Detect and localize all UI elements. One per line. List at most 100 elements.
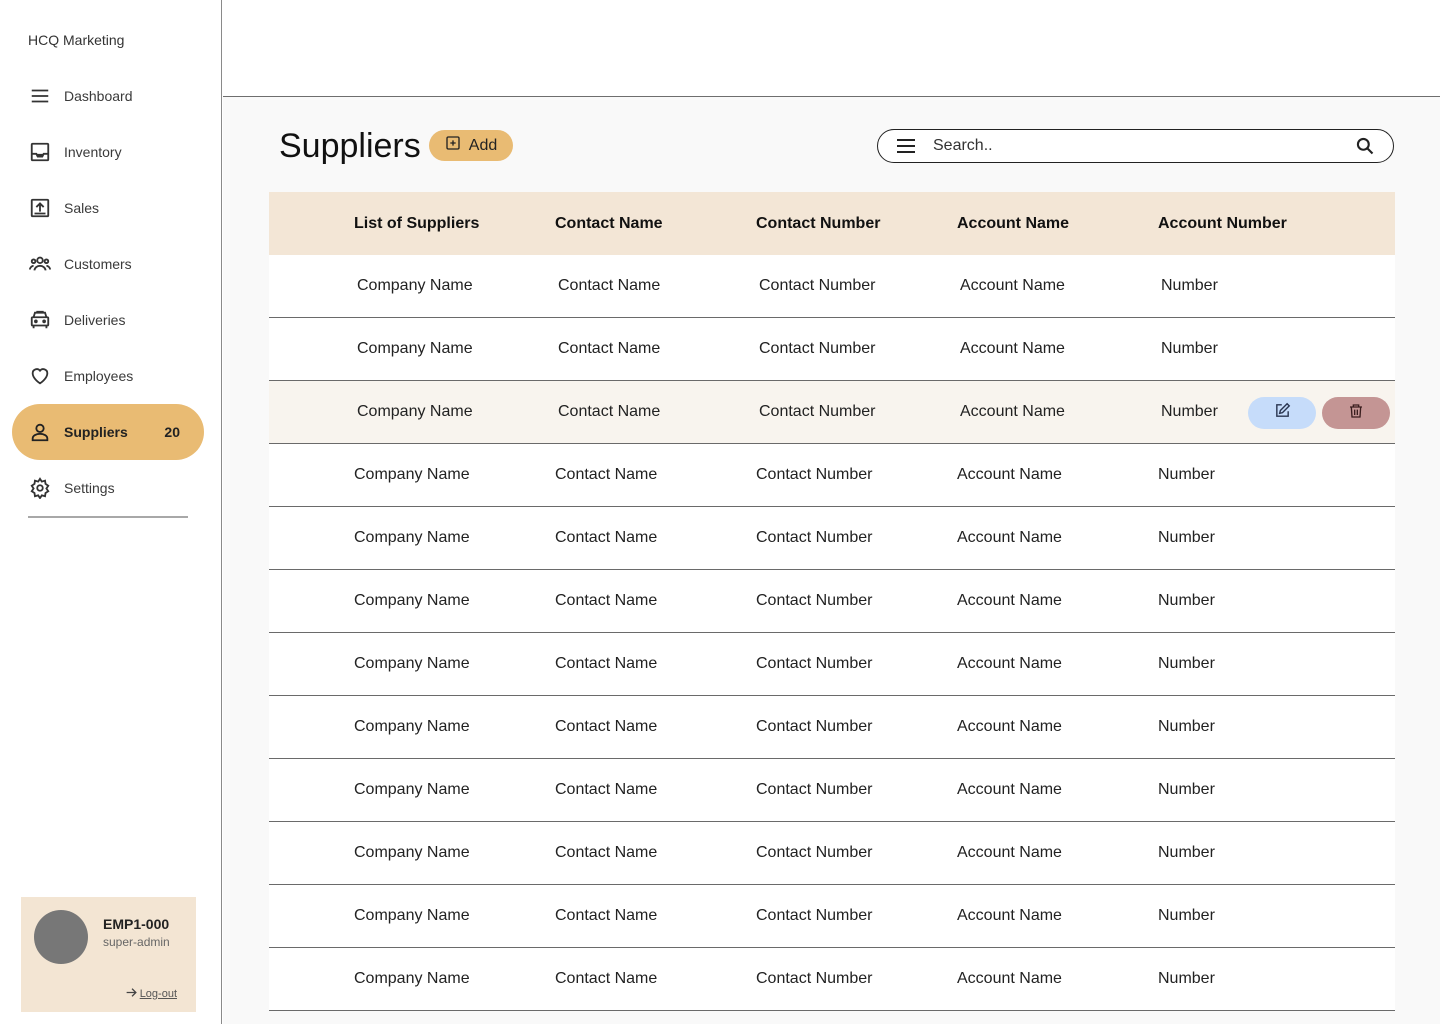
table-row[interactable]: Company Name Contact Name Contact Number Ac… [269,948,1395,1011]
table-cell: Contact Name [555,529,658,546]
trash-icon [1348,403,1364,424]
table-cell: Contact Number [759,403,876,420]
sidebar-item-settings[interactable]: Settings [12,460,204,516]
table-row[interactable]: Company Name Contact Name Contact Number Ac… [269,444,1395,507]
table-cell: Contact Number [756,844,873,861]
table-cell: Number [1161,403,1218,420]
menu-icon[interactable] [896,138,918,154]
sidebar-item-suppliers[interactable]: Suppliers 20 [12,404,204,460]
table-cell: Company Name [354,466,470,483]
table-cell: Contact Name [555,781,658,798]
table-cell: Company Name [354,970,470,987]
table-cell: Contact Name [555,718,658,735]
sidebar-item-label: Sales [64,200,100,216]
table-cell: Contact Number [756,466,873,483]
table-cell: Company Name [354,592,470,609]
table-cell: Number [1158,970,1215,987]
column-header[interactable]: Account Number [1158,215,1287,233]
person-icon [28,420,52,444]
table-cell: Number [1161,340,1218,357]
table-header: List of Suppliers Contact Name Contact N… [269,192,1395,255]
user-id: EMP1-000 [103,916,170,932]
table-cell: Account Name [957,907,1062,924]
table-body: Company Name Contact Name Contact Number Ac… [269,255,1395,1011]
sidebar-item-label: Customers [64,256,132,272]
table-cell: Account Name [960,403,1065,420]
avatar[interactable] [34,910,88,964]
table-cell: Company Name [354,529,470,546]
column-header[interactable]: Contact Number [756,215,880,233]
search-icon[interactable] [1355,136,1375,156]
table-cell: Contact Number [756,781,873,798]
people-icon [28,252,52,276]
table-cell: Contact Number [756,592,873,609]
table-cell: Company Name [354,718,470,735]
table-cell: Number [1158,907,1215,924]
table-cell: Account Name [957,529,1062,546]
table-cell: Contact Name [558,277,661,294]
table-row[interactable]: Company Name Contact Name Contact Number Ac… [269,822,1395,885]
table-cell: Contact Name [558,403,661,420]
table-cell: Number [1158,844,1215,861]
table-cell: Number [1158,781,1215,798]
logout-label: Log-out [139,988,177,1000]
column-header[interactable]: Account Name [957,215,1069,233]
table-cell: Number [1161,277,1218,294]
table-cell: Contact Number [756,529,873,546]
table-cell: Company Name [354,844,470,861]
count-badge: 20 [164,424,180,440]
page-title: Suppliers [279,127,421,165]
table-cell: Number [1158,529,1215,546]
column-header[interactable]: Contact Name [555,215,663,233]
add-button-label: Add [468,136,498,154]
table-row[interactable]: Company Name Contact Name Contact Number Ac… [269,570,1395,633]
sidebar-divider [28,516,188,518]
add-button[interactable]: Add [429,130,513,161]
table-cell: Number [1158,718,1215,735]
table-row[interactable]: Company Name Contact Name Contact Number Ac… [269,381,1395,444]
table-row[interactable]: Company Name Contact Name Contact Number Ac… [269,255,1395,318]
sidebar-item-dashboard[interactable]: Dashboard [12,68,204,124]
edit-button[interactable] [1248,397,1316,429]
table-row[interactable]: Company Name Contact Name Contact Number Ac… [269,318,1395,381]
sidebar-item-sales[interactable]: Sales [12,180,204,236]
table-cell: Contact Number [756,718,873,735]
table-cell: Company Name [357,277,473,294]
table-cell: Account Name [957,718,1062,735]
sidebar-item-customers[interactable]: Customers [12,236,204,292]
table-cell: Contact Name [555,466,658,483]
column-header[interactable]: List of Suppliers [354,215,479,233]
sidebar-item-label: Settings [64,480,115,496]
table-cell: Contact Name [555,844,658,861]
table-cell: Contact Number [756,655,873,672]
logout-link[interactable]: Log-out [125,986,177,1002]
sidebar-item-label: Employees [64,368,134,384]
search-input[interactable] [933,137,1355,155]
edit-icon [1274,402,1291,424]
gear-icon [28,476,52,500]
delete-button[interactable] [1322,397,1390,429]
brand-name: HCQ Marketing [28,32,125,48]
sidebar-item-deliveries[interactable]: Deliveries [12,292,204,348]
table-cell: Account Name [957,466,1062,483]
sidebar-item-inventory[interactable]: Inventory [12,124,204,180]
table-cell: Number [1158,466,1215,483]
table-row[interactable]: Company Name Contact Name Contact Number Ac… [269,759,1395,822]
sidebar-item-employees[interactable]: Employees [12,348,204,404]
table-cell: Contact Number [756,970,873,987]
main-content: Suppliers Add List of Suppliers Contact … [223,97,1440,1024]
table-cell: Contact Number [759,340,876,357]
user-card: EMP1-000 super-admin Log-out [21,897,196,1012]
table-cell: Contact Number [759,277,876,294]
sidebar: HCQ Marketing Dashboard Inventory Sales … [0,0,222,1024]
table-row[interactable]: Company Name Contact Name Contact Number Ac… [269,507,1395,570]
table-cell: Company Name [354,655,470,672]
sidebar-item-label: Deliveries [64,312,126,328]
table-row[interactable]: Company Name Contact Name Contact Number Ac… [269,633,1395,696]
table-cell: Contact Name [558,340,661,357]
table-row[interactable]: Company Name Contact Name Contact Number Ac… [269,696,1395,759]
table-cell: Company Name [357,403,473,420]
arrow-right-icon [125,986,138,1002]
table-row[interactable]: Company Name Contact Name Contact Number Ac… [269,885,1395,948]
car-icon [28,308,52,332]
